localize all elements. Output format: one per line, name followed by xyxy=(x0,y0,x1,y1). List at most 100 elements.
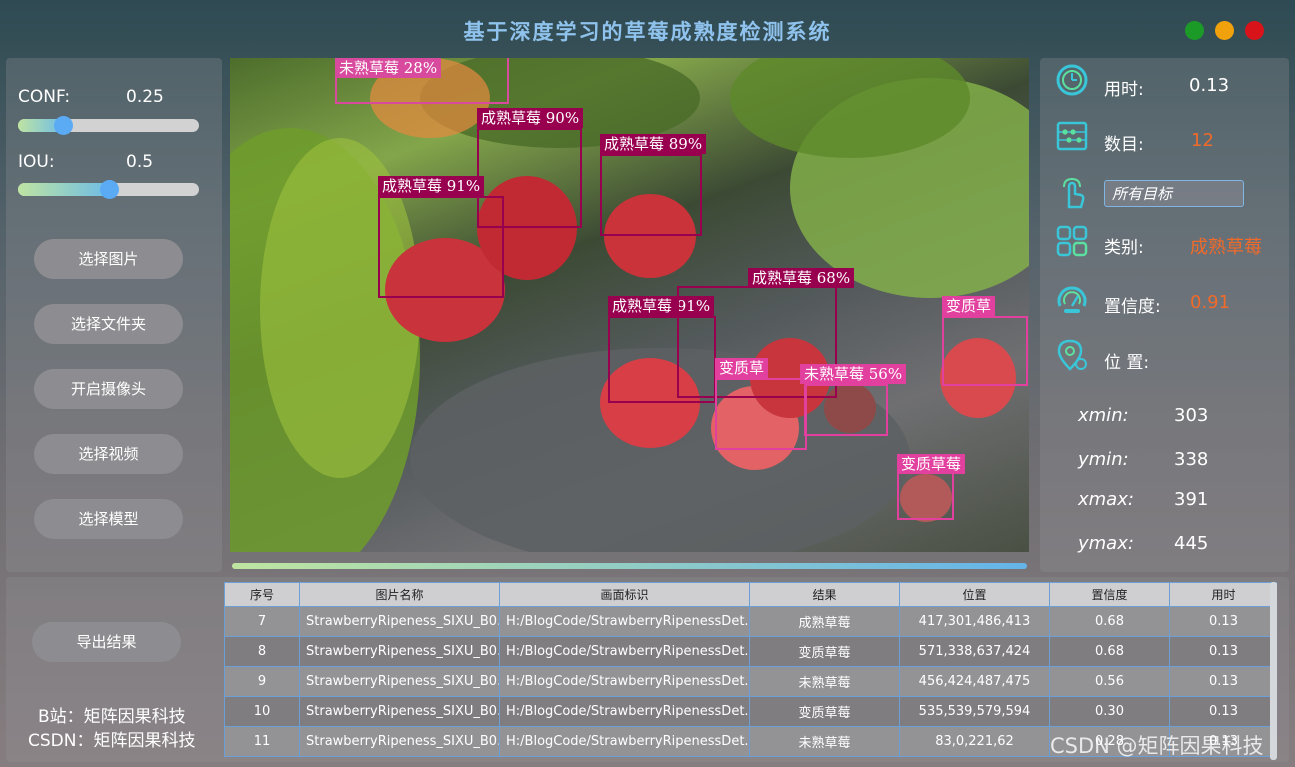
table-cell: H:/BlogCode/StrawberryRipenessDet... xyxy=(499,606,750,637)
category-icon xyxy=(1056,225,1088,257)
detection-box[interactable] xyxy=(715,378,807,450)
progress-bar xyxy=(232,563,1027,569)
detection-box[interactable] xyxy=(804,384,888,436)
image-viewer: 未熟草莓 28% 成熟草莓 90% 成熟草莓 89% 成熟草莓 91% 成熟草莓… xyxy=(230,58,1029,552)
table-row[interactable]: 10 StrawberryRipeness_SIXU_B0... H:/Blog… xyxy=(224,696,1277,727)
title-bar: 基于深度学习的草莓成熟度检测系统 xyxy=(0,0,1295,58)
column-header[interactable]: 用时 xyxy=(1169,582,1277,607)
detection-box[interactable] xyxy=(378,196,504,298)
confidence-value: 0.91 xyxy=(1190,292,1231,313)
xmin-label: xmin: xyxy=(1078,405,1129,426)
table-cell: 变质草莓 xyxy=(749,636,900,667)
detection-label: 成熟草莓 91% xyxy=(378,176,485,196)
ymin-value: 338 xyxy=(1174,449,1209,470)
count-label: 数目: xyxy=(1104,135,1144,155)
table-cell: 未熟草莓 xyxy=(749,726,900,757)
table-cell: 变质草莓 xyxy=(749,696,900,727)
table-cell: StrawberryRipeness_SIXU_B0... xyxy=(299,696,500,727)
column-header[interactable]: 画面标识 xyxy=(499,582,750,607)
table-cell: 成熟草莓 xyxy=(749,606,900,637)
pointer-icon xyxy=(1063,177,1085,209)
timer-icon xyxy=(1056,64,1088,96)
column-header[interactable]: 位置 xyxy=(899,582,1050,607)
detection-label: 未熟草莓 56% xyxy=(800,364,907,384)
table-cell: 11 xyxy=(224,726,300,757)
table-cell: 0.68 xyxy=(1049,636,1170,667)
detection-box[interactable] xyxy=(942,316,1028,386)
table-header-row: 序号 图片名称 画面标识 结果 位置 置信度 用时 xyxy=(224,582,1277,607)
csdn-credit: CSDN：矩阵因果科技 xyxy=(28,731,196,751)
detection-box[interactable] xyxy=(600,154,702,236)
detection-label: 变质草莓 xyxy=(897,454,966,474)
table-cell: 83,0,221,62 xyxy=(899,726,1050,757)
column-header[interactable]: 结果 xyxy=(749,582,900,607)
table-row[interactable]: 9 StrawberryRipeness_SIXU_B0... H:/BlogC… xyxy=(224,666,1277,697)
ymin-label: ymin: xyxy=(1078,449,1129,470)
detection-label: 未熟草莓 28% xyxy=(335,58,442,78)
conf-label: CONF: xyxy=(18,87,71,107)
column-header[interactable]: 序号 xyxy=(224,582,300,607)
bilibili-credit: B站：矩阵因果科技 xyxy=(38,707,186,727)
column-header[interactable]: 图片名称 xyxy=(299,582,500,607)
target-select[interactable]: 所有目标 xyxy=(1104,180,1244,207)
detection-label: 变质草 xyxy=(942,296,996,316)
detection-label: 成熟草莓 89% xyxy=(600,134,707,154)
table-cell: 7 xyxy=(224,606,300,637)
table-cell: H:/BlogCode/StrawberryRipenessDet... xyxy=(499,636,750,667)
table-cell: 0.13 xyxy=(1169,666,1277,697)
conf-value: 0.25 xyxy=(126,87,164,107)
table-cell: 0.13 xyxy=(1169,636,1277,667)
iou-slider-fill xyxy=(18,183,109,196)
table-cell: 0.56 xyxy=(1049,666,1170,697)
count-value: 12 xyxy=(1191,130,1214,151)
table-cell: 571,338,637,424 xyxy=(899,636,1050,667)
class-value: 成熟草莓 xyxy=(1190,237,1262,258)
table-cell: StrawberryRipeness_SIXU_B0... xyxy=(299,606,500,637)
abacus-icon xyxy=(1056,121,1088,151)
gauge-icon xyxy=(1057,286,1087,313)
export-results-button[interactable]: 导出结果 xyxy=(32,622,181,662)
detection-label: 成熟草莓 68% xyxy=(748,268,855,288)
table-cell: H:/BlogCode/StrawberryRipenessDet... xyxy=(499,696,750,727)
table-scrollbar[interactable] xyxy=(1270,582,1277,760)
table-cell: H:/BlogCode/StrawberryRipenessDet... xyxy=(499,666,750,697)
table-cell: 8 xyxy=(224,636,300,667)
table-cell: 0.30 xyxy=(1049,696,1170,727)
table-cell: 未熟草莓 xyxy=(749,666,900,697)
select-folder-button[interactable]: 选择文件夹 xyxy=(34,304,183,344)
table-cell: 0.68 xyxy=(1049,606,1170,637)
table-cell: StrawberryRipeness_SIXU_B0... xyxy=(299,666,500,697)
table-cell: 0.13 xyxy=(1169,696,1277,727)
table-cell: 456,424,487,475 xyxy=(899,666,1050,697)
table-cell: 535,539,579,594 xyxy=(899,696,1050,727)
select-image-button[interactable]: 选择图片 xyxy=(34,239,183,279)
xmin-value: 303 xyxy=(1174,405,1209,426)
table-cell: StrawberryRipeness_SIXU_B0... xyxy=(299,636,500,667)
open-camera-button[interactable]: 开启摄像头 xyxy=(34,369,183,409)
class-label: 类别: xyxy=(1104,238,1144,258)
select-video-button[interactable]: 选择视频 xyxy=(34,434,183,474)
table-cell: 9 xyxy=(224,666,300,697)
conf-slider[interactable] xyxy=(18,119,199,132)
table-cell: StrawberryRipeness_SIXU_B0... xyxy=(299,726,500,757)
maximize-button[interactable] xyxy=(1185,21,1204,40)
minimize-button[interactable] xyxy=(1215,21,1234,40)
detection-label: 成熟草莓 90% xyxy=(477,108,584,128)
conf-slider-thumb[interactable] xyxy=(53,116,73,135)
close-button[interactable] xyxy=(1245,21,1264,40)
table-row[interactable]: 7 StrawberryRipeness_SIXU_B0... H:/BlogC… xyxy=(224,606,1277,637)
detection-box[interactable] xyxy=(897,472,954,520)
xmax-label: xmax: xyxy=(1078,489,1134,510)
table-cell: 10 xyxy=(224,696,300,727)
column-header[interactable]: 置信度 xyxy=(1049,582,1170,607)
table-cell: 0.13 xyxy=(1169,606,1277,637)
table-row[interactable]: 8 StrawberryRipeness_SIXU_B0... H:/BlogC… xyxy=(224,636,1277,667)
detection-label: 变质草 xyxy=(715,358,769,378)
position-label: 位 置: xyxy=(1104,353,1150,373)
watermark: CSDN @矩阵因果科技 xyxy=(1050,734,1264,758)
location-icon xyxy=(1057,339,1087,371)
select-model-button[interactable]: 选择模型 xyxy=(34,499,183,539)
table-cell: H:/BlogCode/StrawberryRipenessDet... xyxy=(499,726,750,757)
confidence-label: 置信度: xyxy=(1104,297,1161,317)
iou-slider-thumb[interactable] xyxy=(99,180,119,199)
